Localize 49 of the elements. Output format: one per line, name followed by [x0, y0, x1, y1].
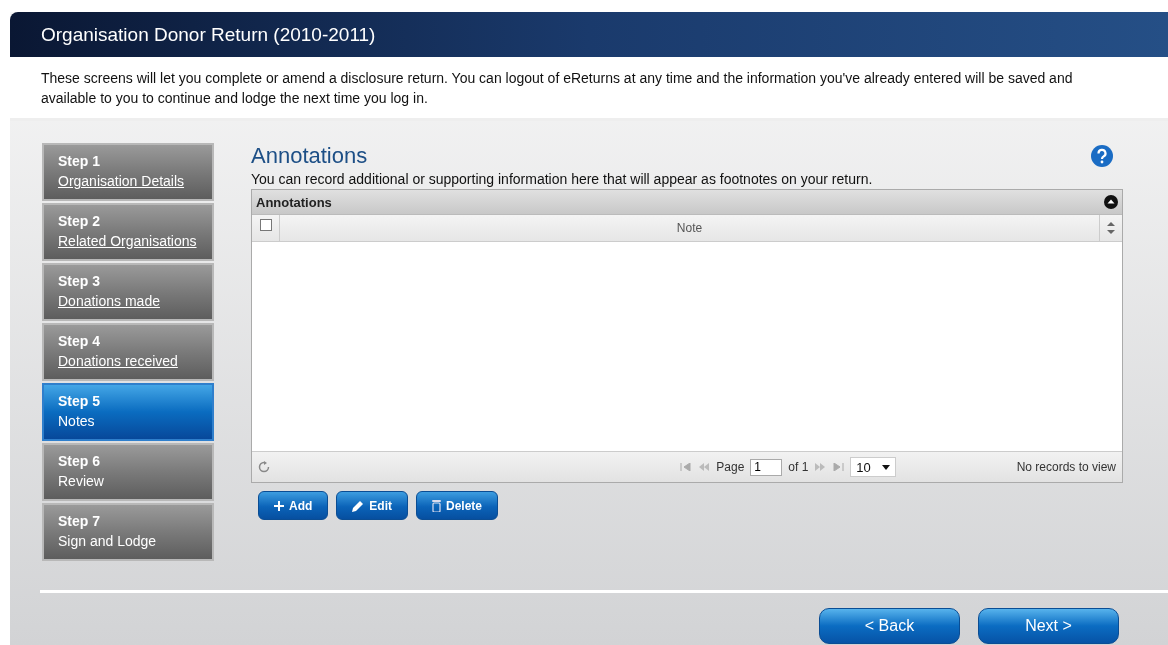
step-number: Step 7 [58, 513, 101, 529]
step-tab[interactable]: Step 7 Sign and Lodge [42, 503, 214, 561]
page-label: Page [716, 460, 745, 474]
last-page-icon[interactable] [832, 463, 845, 471]
first-page-icon[interactable] [680, 463, 693, 471]
step-number: Step 2 [58, 213, 101, 229]
intro-text: These screens will let you complete or amend a disclosure return. You can logout of eReturns at any time and the information you've already entered will be saved and available to you to continue and lodge the next time you log in. [10, 57, 1168, 121]
step-number: Step 6 [58, 453, 101, 469]
step-label[interactable]: Donations received [58, 353, 198, 369]
records-status: No records to view [1016, 460, 1116, 474]
page-count: of 1 [788, 460, 809, 474]
previous-page-icon[interactable] [698, 463, 711, 471]
plus-icon [274, 500, 284, 511]
page-input[interactable]: 1 [750, 458, 783, 476]
step-tab[interactable]: Step 1 Organisation Details [42, 143, 214, 201]
edit-button[interactable]: Edit [336, 491, 408, 520]
sort-icon[interactable] [1107, 221, 1115, 235]
refresh-icon[interactable] [258, 461, 270, 473]
step-tab[interactable]: Step 4 Donations received [42, 323, 214, 381]
step-label[interactable]: Related Organisations [58, 233, 198, 249]
grid-caption: Annotations [256, 194, 332, 210]
collapse-icon[interactable] [1104, 195, 1118, 209]
delete-button[interactable]: Delete [416, 491, 499, 520]
step-number: Step 3 [58, 273, 101, 289]
step-label: Notes [58, 413, 96, 429]
section-title: Annotations [251, 143, 368, 169]
step-label: Sign and Lodge [58, 533, 158, 549]
section-description: You can record additional or supporting information here that will appear as footnotes on your return. [251, 171, 874, 187]
step-tab[interactable]: Step 5 Notes [42, 383, 214, 441]
window-title: Organisation Donor Return (2010-2011) [41, 23, 376, 46]
step-tab[interactable]: Step 2 Related Organisations [42, 203, 214, 261]
trash-icon [432, 499, 441, 512]
step-tab[interactable]: Step 3 Donations made [42, 263, 214, 321]
step-number: Step 4 [58, 333, 101, 349]
pencil-icon [352, 499, 365, 512]
step-number: Step 5 [58, 393, 101, 409]
select-all-checkbox[interactable] [260, 219, 272, 231]
back-button[interactable]: < Back [819, 608, 960, 644]
next-page-icon[interactable] [814, 463, 827, 471]
step-tab[interactable]: Step 6 Review [42, 443, 214, 501]
page-size-select[interactable]: 10 [850, 457, 897, 477]
add-button[interactable]: Add [258, 491, 329, 520]
step-label[interactable]: Organisation Details [58, 173, 198, 189]
dropdown-caret-icon [882, 464, 891, 470]
step-number: Step 1 [58, 153, 101, 169]
step-label[interactable]: Donations made [58, 293, 198, 309]
step-label: Review [58, 473, 105, 489]
help-icon[interactable] [1091, 145, 1113, 167]
next-button[interactable]: Next > [978, 608, 1119, 644]
